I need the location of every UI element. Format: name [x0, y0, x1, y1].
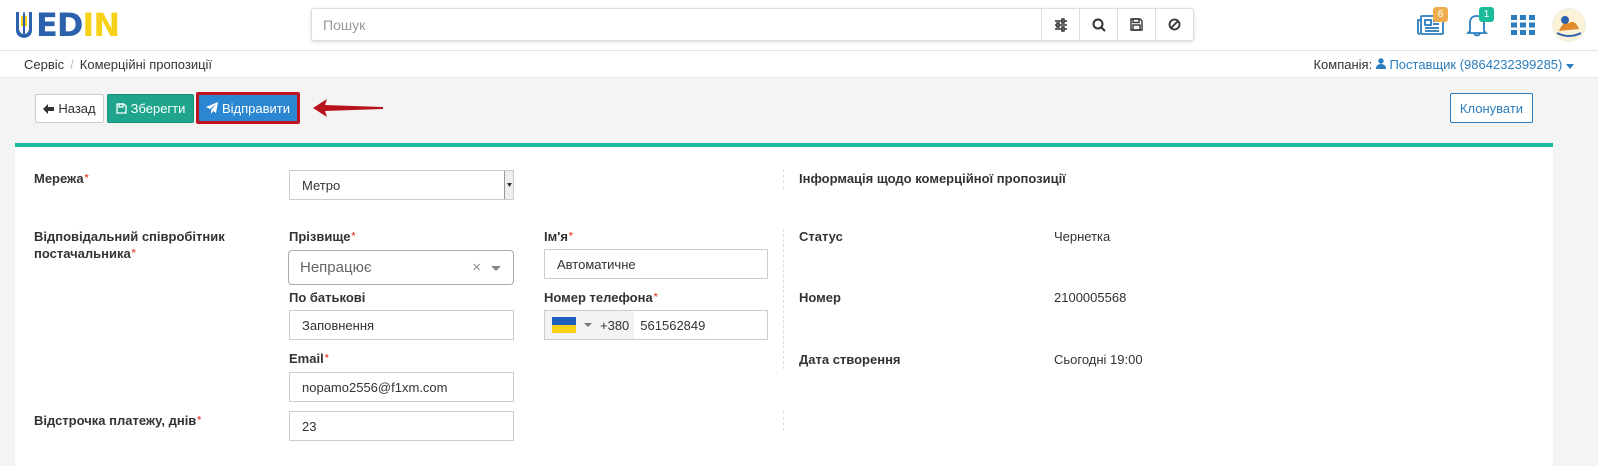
column-divider [783, 169, 784, 189]
annotation-arrow [313, 99, 383, 117]
toolbar: Назад Зберегти Відправити Клонувати [15, 78, 1553, 143]
status-value: Чернетка [1054, 229, 1111, 244]
company-link[interactable]: Поставщик (9864232399285) [1375, 57, 1574, 72]
column-divider [783, 411, 784, 431]
network-select[interactable]: Метро [289, 170, 514, 200]
dropdown-arrow-icon [491, 266, 501, 271]
phone-field[interactable]: +380 561562849 [544, 310, 768, 340]
info-heading: Інформація щодо комерційної пропозиції [799, 171, 1066, 186]
notifications-button[interactable]: 1 [1454, 0, 1500, 50]
responsible-label: Відповідальний співробітник постачальник… [34, 229, 225, 261]
breadcrumb-bar: Сервіс / Комерційні пропозиції Компанія: П… [0, 51, 1598, 78]
created-value: Сьогодні 19:00 [1054, 352, 1143, 367]
clone-button[interactable]: Клонувати [1450, 93, 1533, 123]
apps-menu-button[interactable] [1500, 0, 1546, 50]
caret-down-icon [1566, 64, 1574, 69]
breadcrumb-separator: / [70, 57, 74, 72]
name-field[interactable]: Автоматичне [544, 249, 768, 279]
floppy-disk-icon [115, 103, 127, 114]
clear-search-button[interactable] [1155, 9, 1193, 40]
number-value: 2100005568 [1054, 290, 1127, 305]
breadcrumb: Сервіс / Комерційні пропозиції [24, 57, 212, 72]
status-label: Статус [799, 229, 843, 244]
ukraine-flag-icon [552, 317, 576, 333]
company-name: Поставщик (9864232399285) [1389, 57, 1563, 72]
sliders-icon [1054, 17, 1067, 32]
back-button[interactable]: Назад [35, 94, 104, 123]
top-bar: EDIN Пошук 6 1 [0, 0, 1598, 51]
ban-icon [1168, 18, 1181, 31]
network-label: Мережа* [34, 171, 89, 186]
top-icons: 6 1 [1408, 0, 1598, 50]
clear-icon[interactable]: × [472, 259, 481, 276]
surname-select[interactable]: Непрацює × [288, 250, 514, 285]
phone-dial-code: +380 [600, 317, 630, 333]
phone-number: 561562849 [640, 317, 706, 333]
surname-value: Непрацює [300, 259, 372, 276]
edin-logo[interactable]: EDIN [14, 6, 120, 44]
save-button[interactable]: Зберегти [107, 94, 194, 123]
country-code-selector[interactable]: +380 [545, 311, 635, 339]
logo-text: EDIN [36, 6, 120, 44]
breadcrumb-item-service[interactable]: Сервіс [24, 57, 64, 72]
patronymic-label: По батькові [289, 290, 366, 305]
search-icon [1092, 18, 1106, 32]
save-button-label: Зберегти [130, 101, 186, 116]
user-icon [1375, 58, 1386, 69]
search-input[interactable] [312, 9, 1041, 40]
column-divider [783, 229, 784, 369]
send-button[interactable]: Відправити [196, 92, 300, 124]
number-label: Номер [799, 290, 841, 305]
grid-icon [1511, 15, 1535, 35]
deferral-field[interactable]: 23 [289, 411, 514, 441]
email-field[interactable]: nopamo2556@f1xm.com [289, 372, 514, 402]
avatar-icon [1554, 10, 1584, 40]
arrow-left-icon [43, 103, 55, 114]
surname-label: Прізвище* [289, 229, 356, 244]
deferral-label: Відстрочка платежу, днів* [34, 413, 202, 428]
patronymic-field[interactable]: Заповнення [289, 310, 514, 340]
company-selector: Компанія: Поставщик (9864232399285) [1313, 57, 1574, 72]
paper-plane-icon [205, 102, 218, 114]
name-label: Ім'я* [544, 229, 573, 244]
back-button-label: Назад [58, 101, 96, 116]
company-label: Компанія: [1313, 57, 1373, 72]
clone-button-label: Клонувати [1459, 100, 1524, 116]
search-bar [311, 8, 1194, 41]
select-arrow-icon [504, 171, 513, 199]
floppy-disk-icon [1130, 18, 1143, 31]
search-button[interactable] [1079, 9, 1117, 40]
caret-down-icon [584, 323, 592, 327]
network-value: Метро [302, 177, 341, 193]
save-search-button[interactable] [1117, 9, 1155, 40]
breadcrumb-item-commercial-offers: Комерційні пропозиції [79, 57, 213, 72]
trident-icon [16, 11, 32, 38]
email-label: Email* [289, 351, 329, 366]
user-avatar[interactable] [1552, 8, 1586, 42]
filter-settings-button[interactable] [1041, 9, 1079, 40]
notifications-badge: 1 [1479, 7, 1494, 22]
send-button-label: Відправити [221, 100, 291, 116]
news-badge: 6 [1433, 7, 1448, 22]
news-button[interactable]: 6 [1408, 0, 1454, 50]
created-label: Дата створення [799, 352, 901, 367]
form-panel: Мережа* Метро Інформація щодо комерційно… [15, 147, 1553, 466]
phone-label: Номер телефона* [544, 290, 658, 305]
